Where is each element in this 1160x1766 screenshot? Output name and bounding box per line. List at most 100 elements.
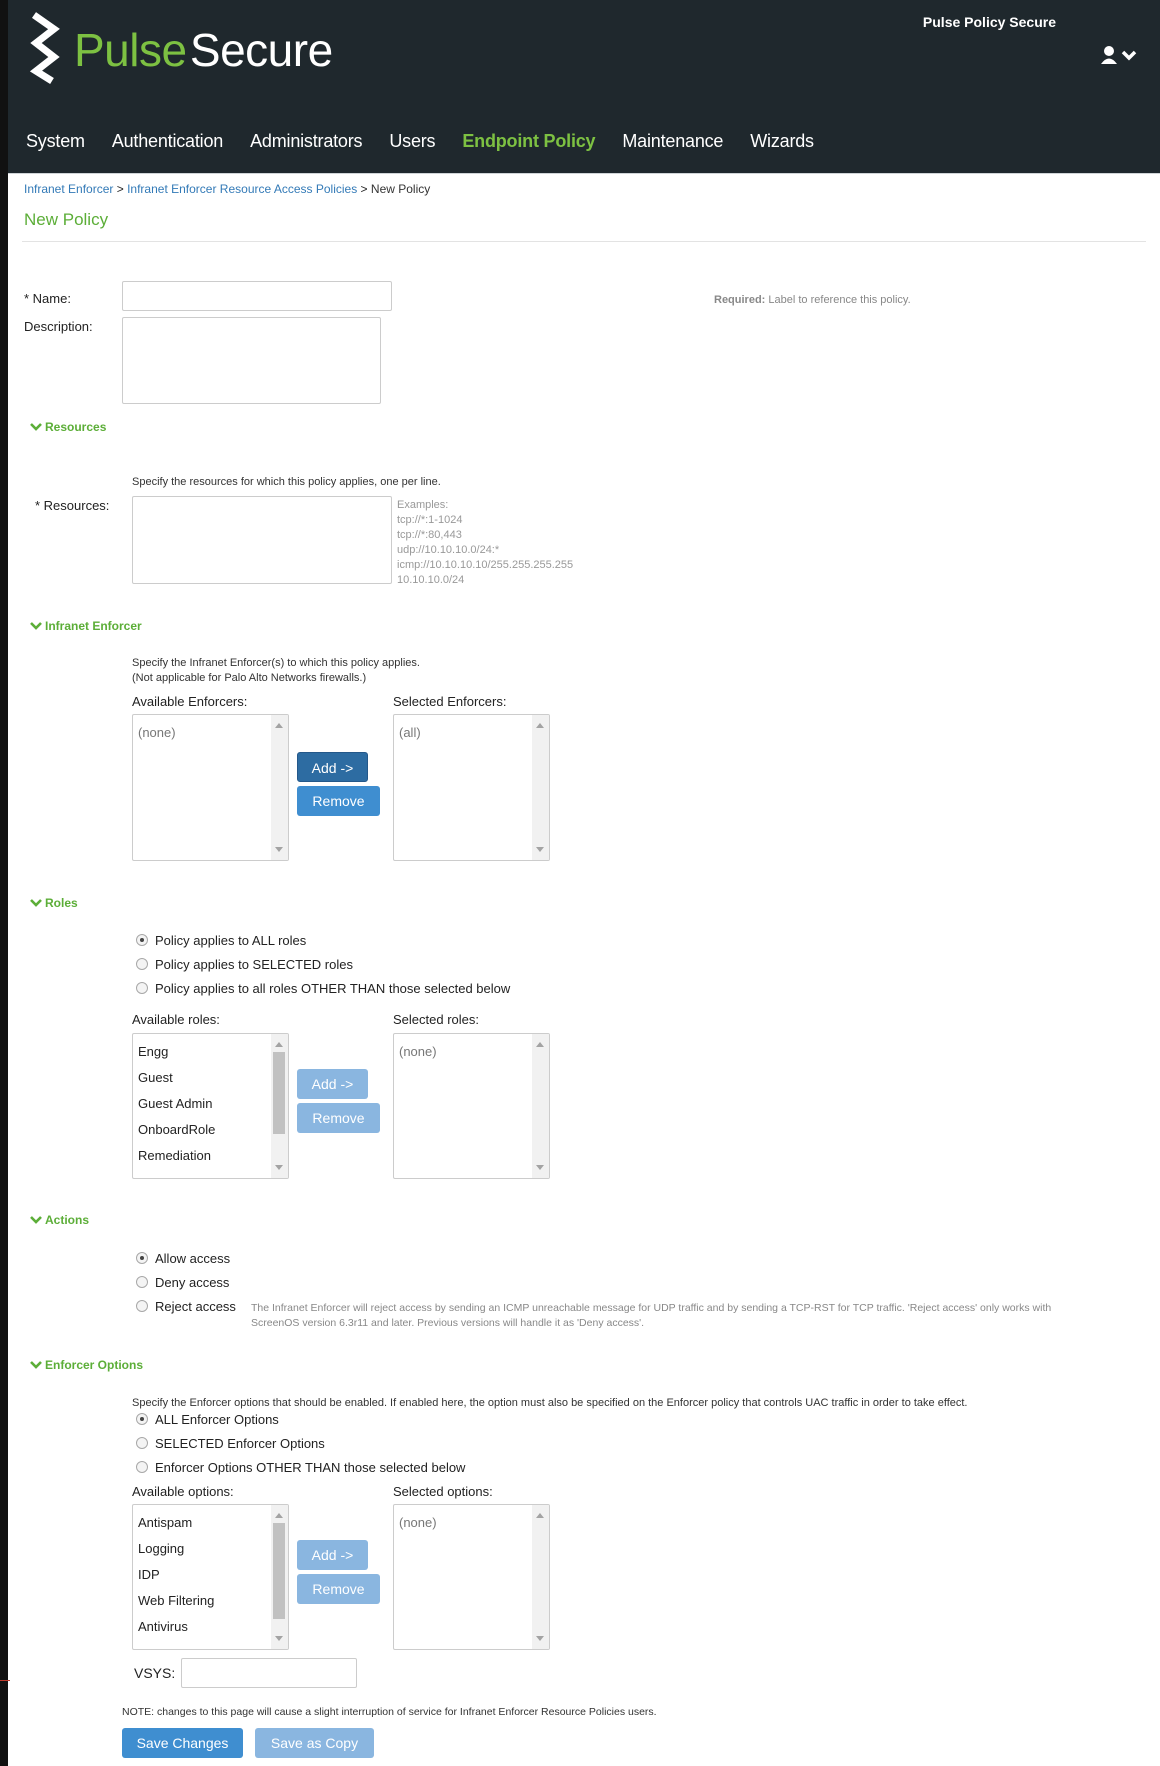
enforcer-options-section-toggle[interactable]: Enforcer Options <box>30 1358 143 1372</box>
scrollbar[interactable] <box>532 1505 549 1649</box>
resources-section-toggle[interactable]: Resources <box>30 420 106 434</box>
enforcer-radio-all[interactable]: ALL Enforcer Options <box>136 1412 279 1427</box>
radio-icon <box>136 958 148 970</box>
chevron-down-icon <box>30 1361 42 1369</box>
infranet-enforcer-section-toggle[interactable]: Infranet Enforcer <box>30 619 142 633</box>
roles-radio-selected[interactable]: Policy applies to SELECTED roles <box>136 957 353 972</box>
scrollbar[interactable] <box>532 715 549 860</box>
selected-enforcers-label: Selected Enforcers: <box>393 694 507 709</box>
resources-label: * Resources: <box>35 498 110 513</box>
description-input[interactable] <box>122 317 381 404</box>
breadcrumb-separator: > <box>360 182 368 196</box>
available-options-label: Available options: <box>132 1484 234 1499</box>
radio-icon <box>136 982 148 994</box>
list-item[interactable]: (none) <box>399 1044 437 1070</box>
list-item[interactable]: Antivirus <box>138 1619 214 1645</box>
nav-maintenance[interactable]: Maintenance <box>622 131 723 152</box>
action-radio-reject[interactable]: Reject access <box>136 1299 236 1314</box>
vsys-label: VSYS: <box>134 1665 176 1681</box>
list-item[interactable]: Web Filtering <box>138 1593 214 1619</box>
roles-section-toggle[interactable]: Roles <box>30 896 78 910</box>
radio-icon <box>136 1437 148 1449</box>
breadcrumb-current: New Policy <box>370 182 431 196</box>
title-divider <box>22 241 1146 242</box>
pulse-logo-icon <box>29 12 60 84</box>
breadcrumb-separator: > <box>116 182 124 196</box>
list-item[interactable]: Logging <box>138 1541 214 1567</box>
list-item[interactable]: Remediation <box>138 1148 215 1174</box>
description-label: Description: <box>24 319 93 334</box>
name-label: * Name: <box>24 291 71 306</box>
main-nav: System Authentication Administrators Use… <box>26 131 841 152</box>
brand-name: Pulse Secure <box>74 24 333 76</box>
nav-endpoint-policy[interactable]: Endpoint Policy <box>462 131 595 152</box>
radio-icon <box>136 1300 148 1312</box>
nav-authentication[interactable]: Authentication <box>112 131 223 152</box>
enforcer-radio-selected[interactable]: SELECTED Enforcer Options <box>136 1436 325 1451</box>
infranet-intro: Specify the Infranet Enforcer(s) to whic… <box>132 657 420 669</box>
user-icon <box>1101 46 1117 64</box>
chevron-down-icon <box>30 423 42 431</box>
chevron-down-icon <box>1121 50 1137 61</box>
remove-role-button[interactable]: Remove <box>297 1103 380 1133</box>
add-enforcer-button[interactable]: Add -> <box>297 752 368 782</box>
roles-radio-other-than[interactable]: Policy applies to all roles OTHER THAN t… <box>136 981 510 996</box>
scrollbar[interactable] <box>532 1034 549 1178</box>
enforcer-radio-other-than[interactable]: Enforcer Options OTHER THAN those select… <box>136 1460 465 1475</box>
scrollbar[interactable] <box>271 1034 288 1178</box>
breadcrumb-resource-access-policies[interactable]: Infranet Enforcer Resource Access Polici… <box>127 182 357 196</box>
scrollbar[interactable] <box>271 1505 288 1649</box>
infranet-intro-note: (Not applicable for Palo Alto Networks f… <box>132 672 367 684</box>
chevron-down-icon <box>30 899 42 907</box>
selected-options-list[interactable]: (none) <box>393 1504 550 1650</box>
available-enforcers-label: Available Enforcers: <box>132 694 248 709</box>
save-as-copy-button[interactable]: Save as Copy <box>255 1728 374 1758</box>
list-item[interactable]: IDP <box>138 1567 214 1593</box>
remove-enforcer-button[interactable]: Remove <box>297 786 380 816</box>
selected-enforcers-list[interactable]: (all) <box>393 714 550 861</box>
divider <box>0 1680 10 1681</box>
nav-users[interactable]: Users <box>389 131 435 152</box>
nav-administrators[interactable]: Administrators <box>250 131 362 152</box>
list-item[interactable]: Guest <box>138 1070 215 1096</box>
selected-options-label: Selected options: <box>393 1484 493 1499</box>
list-item[interactable]: OnboardRole <box>138 1122 215 1148</box>
name-input[interactable] <box>122 281 392 311</box>
resources-intro: Specify the resources for which this pol… <box>132 476 441 488</box>
available-enforcers-list[interactable]: (none) <box>132 714 289 861</box>
app-header: Pulse Secure Pulse Policy Secure System … <box>8 0 1160 174</box>
list-item[interactable]: (all) <box>399 725 421 751</box>
chevron-down-icon <box>30 1216 42 1224</box>
scrollbar[interactable] <box>271 715 288 860</box>
resources-input[interactable] <box>132 496 392 584</box>
available-options-list[interactable]: Antispam Logging IDP Web Filtering Antiv… <box>132 1504 289 1650</box>
nav-system[interactable]: System <box>26 131 85 152</box>
actions-section-toggle[interactable]: Actions <box>30 1213 89 1227</box>
remove-option-button[interactable]: Remove <box>297 1574 380 1604</box>
add-role-button[interactable]: Add -> <box>297 1069 368 1099</box>
list-item[interactable]: Engg <box>138 1044 215 1070</box>
vsys-input[interactable] <box>181 1658 357 1688</box>
resources-examples: Examples: tcp://*:1-1024 tcp://*:80,443 … <box>397 499 574 586</box>
radio-icon <box>136 1252 148 1264</box>
action-radio-allow[interactable]: Allow access <box>136 1251 230 1266</box>
nav-wizards[interactable]: Wizards <box>750 131 814 152</box>
list-item[interactable]: (none) <box>399 1515 437 1541</box>
action-radio-deny[interactable]: Deny access <box>136 1275 229 1290</box>
save-changes-button[interactable]: Save Changes <box>122 1728 243 1758</box>
list-item[interactable]: Guest Admin <box>138 1096 215 1122</box>
enforcer-options-intro: Specify the Enforcer options that should… <box>132 1397 968 1409</box>
radio-icon <box>136 1276 148 1288</box>
roles-radio-all[interactable]: Policy applies to ALL roles <box>136 933 306 948</box>
breadcrumb-infranet-enforcer[interactable]: Infranet Enforcer <box>24 182 113 196</box>
available-roles-list[interactable]: Engg Guest Guest Admin OnboardRole Remed… <box>132 1033 289 1179</box>
list-item[interactable]: Antispam <box>138 1515 214 1541</box>
radio-icon <box>136 1413 148 1425</box>
page-frame <box>0 0 1160 1766</box>
list-item[interactable]: (none) <box>138 725 176 751</box>
selected-roles-list[interactable]: (none) <box>393 1033 550 1179</box>
chevron-down-icon <box>30 622 42 630</box>
interruption-note: NOTE: changes to this page will cause a … <box>122 1706 657 1718</box>
user-menu[interactable] <box>1100 44 1142 68</box>
add-option-button[interactable]: Add -> <box>297 1540 368 1570</box>
